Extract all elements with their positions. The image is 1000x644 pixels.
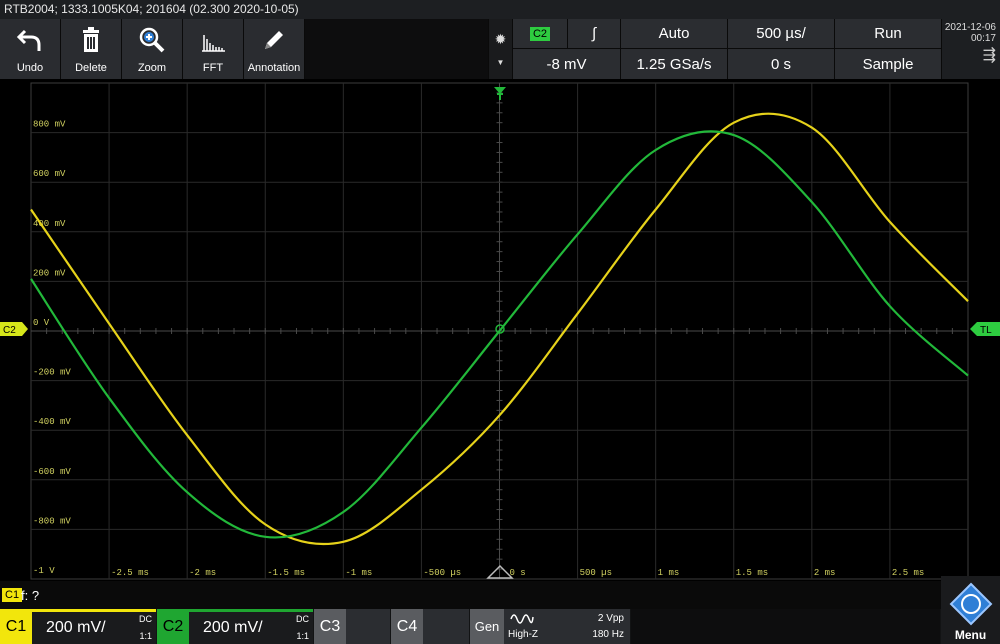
undo-icon xyxy=(0,25,60,55)
trigger-position-marker[interactable] xyxy=(494,87,506,100)
undo-button[interactable]: Undo xyxy=(0,19,60,79)
zoom-button[interactable]: Zoom xyxy=(122,19,182,79)
y-tick-label: 0 V xyxy=(33,318,50,328)
window-title: RTB2004; 1333.1005K04; 201604 (02.300 20… xyxy=(0,0,1000,19)
menu-label: Menu xyxy=(954,628,987,642)
status-panel: C2 ∫ Auto 500 µs/ Run -8 mV 1.25 GSa/s 0… xyxy=(513,19,941,79)
y-axis-labels: 800 mV600 mV400 mV200 mV0 V-200 mV-400 m… xyxy=(33,120,71,576)
x-tick-label: 500 µs xyxy=(580,568,612,578)
settings-button[interactable]: ✹ ▼ xyxy=(489,19,512,79)
c2-probe: 1:1 xyxy=(296,631,309,641)
c1-scale: 200 mV/ xyxy=(46,619,106,636)
caret-down-icon: ▼ xyxy=(496,58,505,67)
info-formula: f: ? xyxy=(21,588,40,603)
rs-logo-icon xyxy=(949,582,993,626)
x-tick-label: -500 µs xyxy=(423,568,461,578)
c1-probe: 1:1 xyxy=(139,631,152,641)
c1-coupling: DC xyxy=(139,614,152,624)
trigger-level-marker[interactable]: TL xyxy=(970,322,1000,336)
toolbar-spacer xyxy=(305,19,488,79)
generator[interactable]: Gen High-Z 2 Vpp 180 Hz xyxy=(470,609,630,644)
x-tick-label: 1.5 ms xyxy=(736,568,768,578)
y-tick-label: -800 mV xyxy=(33,516,71,526)
sample-rate[interactable]: 1.25 GSa/s xyxy=(621,49,727,79)
clock: 2021-12-06 00:17 ⇶ xyxy=(942,19,1000,79)
x-tick-label: 0 s xyxy=(510,568,526,578)
x-tick-label: -1 ms xyxy=(345,568,372,578)
run-state[interactable]: Run xyxy=(835,19,941,48)
x-tick-label: -2 ms xyxy=(189,568,216,578)
info-bar: C1 f: ? xyxy=(0,585,1000,607)
fft-label: FFT xyxy=(202,62,224,74)
clock-time: 00:17 xyxy=(970,33,996,44)
channel-c1[interactable]: C1 200 mV/ DC 1:1 xyxy=(0,609,156,644)
annotation-button[interactable]: Annotation xyxy=(244,19,304,79)
waveform-screen[interactable]: 800 mV 600 mV 400 mV 200 mV 0 V -200 mV -400 m… xyxy=(0,79,1000,581)
c3-name: C3 xyxy=(314,609,346,644)
zoom-label: Zoom xyxy=(137,62,167,74)
trigger-level[interactable]: -8 mV xyxy=(513,49,620,79)
gear-icon: ✹ xyxy=(494,31,507,47)
annotation-label: Annotation xyxy=(247,62,301,74)
trigger-mode[interactable]: Auto xyxy=(621,19,727,48)
y-tick-label: -400 mV xyxy=(33,417,71,427)
delete-label: Delete xyxy=(75,62,107,74)
channel-offset-label: C2 xyxy=(3,325,16,336)
x-tick-label: 1 ms xyxy=(658,568,680,578)
y-tick-label: 600 mV xyxy=(33,169,66,179)
x-tick-label: -2.5 ms xyxy=(111,568,149,578)
fft-button[interactable]: FFT xyxy=(183,19,243,79)
info-channel-badge: C1 xyxy=(2,588,23,602)
channel-offset-marker[interactable]: C2 xyxy=(0,322,28,336)
channel-bar: C1 200 mV/ DC 1:1 C2 200 mV/ DC 1:1 C3 C… xyxy=(0,576,1000,644)
toolbar: Undo Delete Zoom FFT Annotation xyxy=(0,19,305,79)
usb-icon: ⇶ xyxy=(982,47,996,64)
fft-icon xyxy=(183,25,243,55)
x-tick-label: 2.5 ms xyxy=(892,568,924,578)
y-tick-label: -200 mV xyxy=(33,368,71,378)
c2-scale: 200 mV/ xyxy=(203,619,263,636)
trash-icon xyxy=(61,25,121,55)
y-tick-label: 200 mV xyxy=(33,268,66,278)
y-tick-label: 800 mV xyxy=(33,120,66,130)
trigger-source[interactable]: C2 xyxy=(513,19,567,48)
zoom-icon xyxy=(122,25,182,55)
trigger-source-badge: C2 xyxy=(529,26,551,41)
c1-name: C1 xyxy=(0,609,32,644)
timebase[interactable]: 500 µs/ xyxy=(728,19,834,48)
c2-name: C2 xyxy=(157,609,189,644)
c4-name: C4 xyxy=(391,609,423,644)
y-tick-label: -600 mV xyxy=(33,467,71,477)
undo-label: Undo xyxy=(16,62,44,74)
bottom-spacer xyxy=(631,609,940,644)
channel-c4[interactable]: C4 xyxy=(391,609,469,644)
channel-c2[interactable]: C2 200 mV/ DC 1:1 xyxy=(157,609,313,644)
x-axis-labels: -2.5 ms -2 ms -1.5 ms -1 ms -500 µs 0 s 500 µs… xyxy=(111,568,924,578)
clock-date: 2021-12-06 xyxy=(944,22,996,33)
generator-frequency: 180 Hz xyxy=(592,629,624,640)
acquisition-mode[interactable]: Sample xyxy=(835,49,941,79)
x-tick-label: -1.5 ms xyxy=(267,568,305,578)
x-tick-label: 2 ms xyxy=(814,568,836,578)
c2-coupling: DC xyxy=(296,614,309,624)
sine-wave-icon xyxy=(510,614,534,624)
trigger-slope[interactable]: ∫ xyxy=(568,19,620,48)
channel-c3[interactable]: C3 xyxy=(314,609,390,644)
delete-button[interactable]: Delete xyxy=(61,19,121,79)
generator-amplitude: 2 Vpp xyxy=(597,613,624,624)
pencil-icon xyxy=(244,25,304,55)
generator-label: Gen xyxy=(470,609,504,644)
y-tick-label: -1 V xyxy=(33,566,55,576)
horizontal-position[interactable]: 0 s xyxy=(728,49,834,79)
trigger-level-label: TL xyxy=(980,325,992,336)
menu-button[interactable]: Menu xyxy=(941,576,1000,644)
waveform-plot[interactable]: 800 mV600 mV400 mV200 mV0 V-200 mV-400 m… xyxy=(0,79,1000,581)
generator-impedance: High-Z xyxy=(508,629,539,640)
